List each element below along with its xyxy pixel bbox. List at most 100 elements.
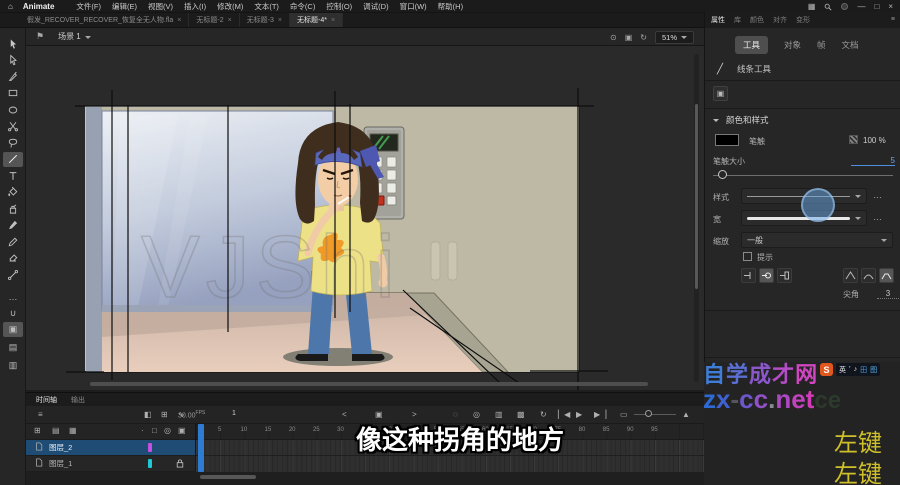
layer-row[interactable]: 图层_2 [26, 440, 196, 456]
text-tool[interactable] [3, 168, 23, 183]
menu-item[interactable]: 控制(O) [326, 1, 352, 12]
mode-tab-帧[interactable]: 帧 [817, 39, 826, 51]
prev-keyframe-icon[interactable]: < [342, 409, 347, 420]
stage-area[interactable]: VJShi [26, 46, 704, 390]
panel-tab-库[interactable]: 库 [734, 15, 741, 25]
layer-parent-icon[interactable]: ⊞ [161, 409, 168, 420]
swap-colors-icon[interactable]: ▤ [3, 340, 23, 355]
grid-icon[interactable]: 田 [860, 365, 867, 375]
panel-menu-icon[interactable]: ≡ [891, 16, 895, 23]
menu-item[interactable]: 修改(M) [217, 1, 243, 12]
join-miter-button[interactable] [843, 268, 858, 283]
panel-tab-变形[interactable]: 变形 [796, 15, 810, 25]
mic-icon[interactable]: ♪ [854, 366, 858, 373]
stroke-size-slider[interactable] [713, 175, 893, 176]
style-options-button[interactable]: … [873, 190, 883, 200]
pen-tool[interactable] [3, 69, 23, 84]
search-icon[interactable] [824, 3, 832, 11]
timeline-horizontal-scrollbar[interactable] [200, 475, 256, 479]
timeline-tab-时间轴[interactable]: 时间轴 [36, 395, 57, 405]
panel-tab-属性[interactable]: 属性 [711, 15, 725, 25]
brush-tool[interactable] [3, 218, 23, 233]
punct-icon[interactable]: ’ [849, 366, 851, 373]
cap-butt-button[interactable] [741, 268, 756, 283]
outline-all-icon[interactable]: □ [152, 426, 157, 435]
menu-item[interactable]: 编辑(E) [112, 1, 137, 12]
lang-icon[interactable]: 英 [839, 365, 846, 375]
center-stage-icon[interactable]: ⊙ [610, 33, 617, 42]
home-icon[interactable]: ⌂ [8, 2, 13, 11]
show-hide-all-icon[interactable]: · [141, 426, 144, 435]
layer-lock-icon[interactable] [176, 459, 184, 470]
bone-tool[interactable] [3, 267, 23, 282]
subselection-tool[interactable] [3, 53, 23, 68]
selection-tool[interactable] [3, 36, 23, 51]
menu-item[interactable]: 插入(I) [184, 1, 206, 12]
highlight-all-icon[interactable]: ◎ [164, 426, 171, 435]
line-tool[interactable] [3, 151, 23, 167]
minimize-button[interactable]: — [857, 2, 865, 11]
timeline-settings-icon[interactable]: ≡ [38, 409, 43, 420]
scissors-tool[interactable] [3, 119, 23, 134]
stage-horizontal-scrollbar[interactable] [90, 382, 648, 386]
menu-item[interactable]: 文件(F) [76, 1, 101, 12]
more-tools-icon[interactable]: … [3, 290, 23, 305]
stage-canvas[interactable]: VJShi [85, 106, 579, 372]
onion-range-icon[interactable]: ▩ [517, 409, 525, 420]
panel-tab-对齐[interactable]: 对齐 [773, 15, 787, 25]
frame-size-large-icon[interactable]: ▲ [682, 409, 690, 420]
document-tab[interactable]: 假发_RECOVER_RECOVER_恢复全无人物.fla × [20, 13, 190, 27]
layer-name[interactable]: 图层_2 [49, 442, 72, 453]
onion-outline-icon[interactable]: ◎ [473, 409, 480, 420]
color-style-section-header[interactable]: 颜色和样式 [713, 114, 769, 126]
hint-checkbox[interactable] [743, 252, 752, 261]
frame-size-small-icon[interactable]: ▭ [620, 409, 628, 420]
delete-layer-icon[interactable]: ▦ [69, 426, 77, 435]
panel-tab-颜色[interactable]: 颜色 [750, 15, 764, 25]
scene-name[interactable]: 场景 1 [58, 31, 81, 42]
close-button[interactable]: × [888, 2, 893, 11]
frame-size-slider-knob[interactable] [645, 410, 652, 417]
edit-multiple-frames-icon[interactable]: ▥ [495, 409, 503, 420]
rotate-stage-icon[interactable]: ↻ [640, 33, 647, 42]
workspace-icon[interactable]: ▦ [808, 2, 816, 11]
document-tab[interactable]: 无标题-2 × [189, 13, 240, 27]
layer-color-chip[interactable] [148, 443, 152, 452]
stroke-color-swatch[interactable] [715, 134, 739, 146]
tab-close-icon[interactable]: × [278, 17, 282, 24]
ink-bottle-tool[interactable] [3, 201, 23, 216]
next-keyframe-icon[interactable]: > [412, 409, 417, 420]
step-back-icon[interactable]: ▏◀ [558, 409, 570, 420]
layer-row[interactable]: 图层_1 [26, 456, 196, 472]
menu-item[interactable]: 视图(V) [148, 1, 173, 12]
lock-all-icon[interactable]: ▣ [178, 426, 186, 435]
miter-value[interactable]: 3 [877, 289, 899, 299]
clip-content-icon[interactable]: ▣ [625, 33, 633, 42]
restore-button[interactable]: □ [874, 2, 879, 11]
scene-icon[interactable]: ⚑ [36, 31, 44, 42]
playhead[interactable] [198, 424, 204, 472]
menu-item[interactable]: 命令(C) [290, 1, 315, 12]
stroke-size-value[interactable]: 5 [851, 156, 895, 166]
center-frame-icon[interactable]: ▣ [375, 409, 383, 420]
layer-color-chip[interactable] [148, 459, 152, 468]
ime-logo[interactable]: S [820, 363, 833, 376]
play-icon[interactable]: ▶ [576, 409, 582, 420]
new-folder-icon[interactable]: ▤ [52, 426, 60, 435]
menu-item[interactable]: 文本(T) [254, 1, 279, 12]
layer-name[interactable]: 图层_1 [49, 458, 72, 469]
document-tab[interactable]: 无标题-3 × [240, 13, 291, 27]
scene-dropdown-icon[interactable] [84, 35, 91, 42]
mode-tab-对象[interactable]: 对象 [784, 39, 801, 51]
stroke-size-knob[interactable] [718, 170, 727, 179]
cap-square-button[interactable] [777, 268, 792, 283]
add-camera-icon[interactable]: ◧ [144, 409, 152, 420]
tab-close-icon[interactable]: × [331, 17, 335, 24]
eraser-tool[interactable] [3, 251, 23, 266]
join-bevel-button[interactable] [879, 268, 894, 283]
join-round-button[interactable] [861, 268, 876, 283]
new-layer-icon[interactable]: ⊞ [34, 426, 41, 435]
snap-magnet-icon[interactable]: ∪ [3, 306, 23, 321]
onion-skin-icon[interactable]: ◌ [453, 409, 458, 420]
graph-editor-icon[interactable]: ∿ [178, 409, 185, 420]
